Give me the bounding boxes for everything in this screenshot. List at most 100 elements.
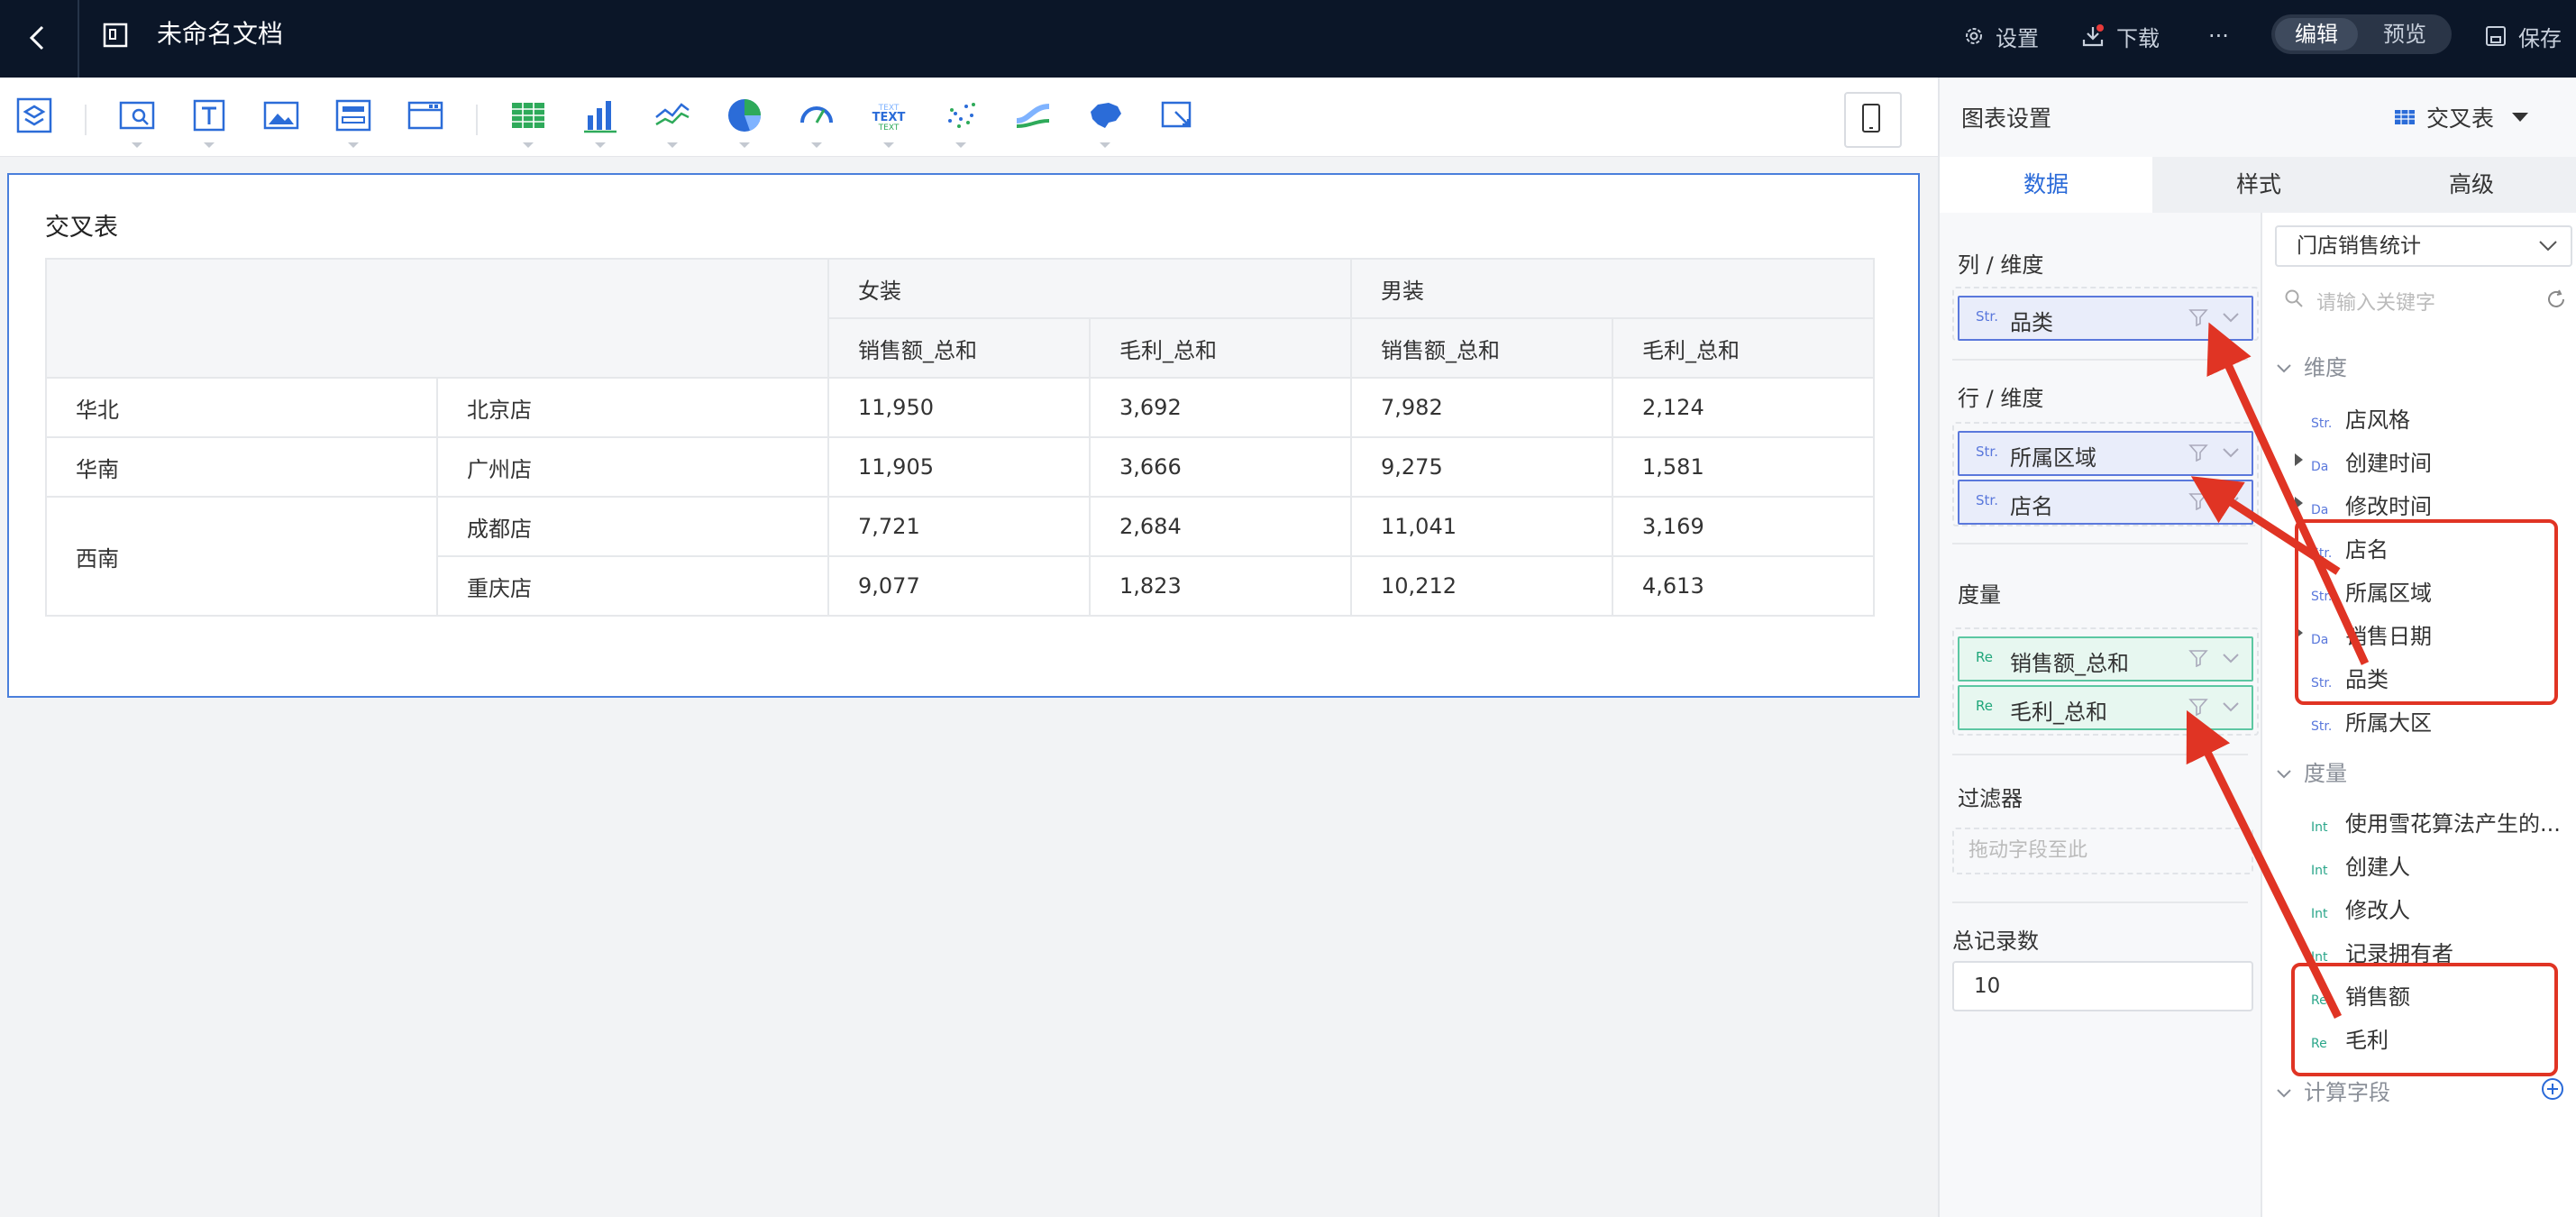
field-item[interactable]: Str. 所属大区 [2311,705,2432,741]
filter-icon[interactable] [2188,492,2208,510]
filter-icon[interactable] [2188,649,2208,667]
refresh-icon[interactable] [2545,288,2567,310]
table-cell: 7,721 [827,496,1091,557]
field-label: 店风格 [2345,407,2410,433]
table-row: 西南 成都店 7,721 2,684 11,041 3,169 [45,496,1875,617]
tab-advanced[interactable]: 高级 [2365,157,2576,213]
row-chip-region[interactable]: Str. 所属区域 [1958,431,2253,476]
measure-chip-sales[interactable]: Re 销售额_总和 [1958,636,2253,682]
chevron-down-icon[interactable] [2221,308,2241,326]
crosstable-icon [2395,110,2415,124]
field-type: Int [2311,864,2328,878]
map-icon[interactable] [1083,94,1127,148]
field-item[interactable]: Da 创建时间 [2311,445,2432,481]
download-button[interactable]: 下载 [2080,18,2160,54]
chevron-down-icon[interactable] [2221,444,2241,462]
row-header-region: 华南 [45,436,438,498]
download-icon [2082,24,2104,47]
chevron-down-icon [955,142,966,148]
line-chart-icon[interactable] [651,94,694,148]
back-icon[interactable] [20,20,56,56]
mobile-icon[interactable] [1844,92,1902,148]
expand-icon[interactable] [2295,453,2303,466]
field-label: 创建人 [2345,855,2410,880]
field-label: 所属大区 [2345,710,2432,736]
chevron-down-icon [132,142,142,148]
measure-group-header[interactable]: 度量 [2275,755,2347,787]
bar-chart-icon[interactable] [579,94,622,148]
chevron-down-icon [348,142,359,148]
mode-toggle[interactable]: 编辑 预览 [2271,14,2452,54]
save-button[interactable]: 保存 [2484,18,2562,54]
filter-dropzone[interactable]: 拖动字段至此 [1952,828,2253,874]
group-label: 维度 [2304,355,2347,380]
table-row: 华南 广州店 11,905 3,666 9,275 1,581 [45,436,1875,498]
tab-data[interactable]: 数据 [1940,157,2152,213]
filter-icon[interactable] [2188,698,2208,716]
field-type: Da [2311,460,2329,474]
table-cell: 9,077 [827,555,1091,617]
text-chart-icon[interactable]: TEXT TEXT TEXT [867,94,910,148]
row-header-store: 北京店 [436,377,829,438]
divider [1952,754,2248,755]
table-corner [45,258,829,379]
chevron-down-icon [595,142,606,148]
chevron-down-icon[interactable] [2221,698,2241,716]
column-chip-category[interactable]: Str. 品类 [1958,296,2253,341]
gauge-icon[interactable] [795,94,838,148]
total-records-input[interactable]: 10 [1952,961,2253,1011]
chevron-down-icon [667,142,678,148]
table-cell: 3,692 [1089,377,1352,438]
table-cell: 9,275 [1350,436,1613,498]
tab-style[interactable]: 样式 [2152,157,2365,213]
chart-type-select[interactable]: 交叉表 [2394,101,2530,133]
document-title[interactable]: 未命名文档 [157,16,283,52]
dataset-select[interactable]: 门店销售统计 [2275,225,2572,267]
field-item[interactable]: Str. 店风格 [2311,402,2410,438]
row-header-store: 成都店 [436,496,829,557]
chip-label: 品类 [2010,310,2053,335]
tab-component-icon[interactable] [404,94,447,137]
crosstable-widget[interactable]: 交叉表 女装 男装 销售额_总和 毛利_总和 销售额_总和 毛利_总和 华北 北… [7,173,1920,698]
settings-button[interactable]: 设置 [1963,18,2039,54]
dimension-group-header[interactable]: 维度 [2275,350,2347,381]
measure-chip-profit[interactable]: Re 毛利_总和 [1958,685,2253,730]
expand-icon[interactable] [2295,497,2303,509]
row-chip-store[interactable]: Str. 店名 [1958,480,2253,525]
field-item[interactable]: Int 修改人 [2311,892,2410,929]
preview-mode-button[interactable]: 预览 [2363,18,2446,50]
chip-label: 所属区域 [2010,445,2096,471]
filter-icon[interactable] [2188,444,2208,462]
crosstable-icon[interactable] [507,94,550,148]
panel-title: 图表设置 [1961,105,2052,132]
field-type: Str. [2311,416,2333,431]
filter-component-icon[interactable] [332,94,375,148]
rows-dimension-label: 行 / 维度 [1958,386,2044,411]
text-icon[interactable] [187,94,231,148]
chevron-down-icon[interactable] [2221,649,2241,667]
sankey-icon[interactable] [1011,94,1055,137]
edit-mode-button[interactable]: 编辑 [2275,18,2358,50]
table-cell: 10,212 [1350,555,1613,617]
field-item[interactable]: Int 使用雪花算法产生的... [2311,806,2561,842]
field-search-input[interactable]: 请输入关键字 [2275,281,2572,317]
calc-field-group-header[interactable]: 计算字段 [2275,1075,2390,1106]
custom-icon[interactable] [1156,94,1199,137]
image-icon[interactable] [260,94,303,137]
top-bar: 未命名文档 设置 下载 ··· 编辑 预览 保存 [0,0,2576,78]
save-label: 保存 [2518,25,2562,51]
highlight-box-measures [2291,963,2558,1076]
scatter-icon[interactable] [939,94,982,148]
gear-icon [1966,28,1982,44]
layer-icon[interactable] [13,94,56,137]
filter-label: 过滤器 [1958,786,2023,811]
pie-chart-icon[interactable] [723,94,766,148]
add-calc-field-icon[interactable] [2540,1076,2565,1102]
filter-icon[interactable] [2188,308,2208,326]
field-label: 创建时间 [2345,451,2432,476]
chevron-down-icon[interactable] [2221,492,2241,510]
query-icon[interactable] [115,94,159,148]
field-item[interactable]: Int 创建人 [2311,849,2410,885]
more-button[interactable]: ··· [2208,18,2229,54]
settings-tabs: 数据 样式 高级 [1940,157,2576,213]
